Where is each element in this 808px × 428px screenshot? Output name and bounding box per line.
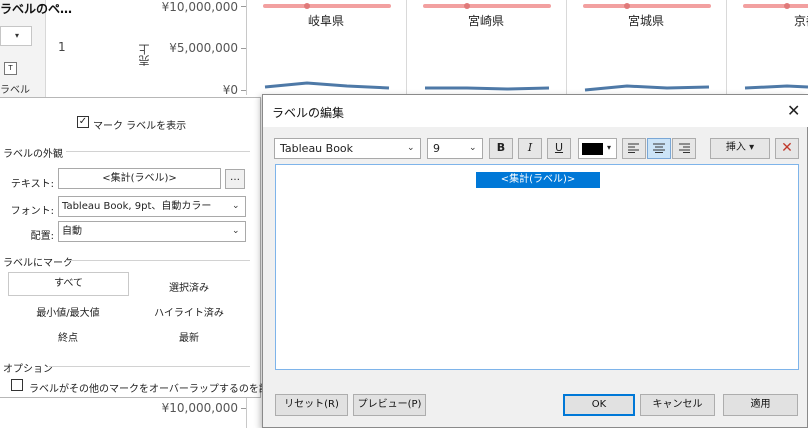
- font-dropdown-value: Tableau Book, 9pt、自動カラー: [62, 201, 212, 212]
- font-name-value: Tableau Book: [280, 142, 354, 155]
- text-field[interactable]: <集計(ラベル)>: [58, 168, 221, 189]
- clear-format-button[interactable]: ✕: [775, 138, 799, 159]
- section-title-options: オプション: [3, 364, 53, 375]
- font-dropdown[interactable]: Tableau Book, 9pt、自動カラー: [58, 196, 246, 217]
- y-axis-line: [246, 398, 247, 428]
- label-shelf-icon[interactable]: T: [4, 62, 17, 75]
- align-left-button[interactable]: [622, 138, 646, 159]
- chevron-down-icon: ⌄: [469, 143, 477, 153]
- apply-button[interactable]: 適用: [723, 394, 798, 416]
- align-right-button[interactable]: [672, 138, 696, 159]
- align-center-button[interactable]: [647, 138, 671, 159]
- section-divider: [66, 151, 250, 152]
- align-right-icon: [679, 143, 690, 153]
- show-labels-label[interactable]: マーク ラベルを表示: [93, 117, 186, 132]
- y-tick-label: ¥0: [222, 83, 238, 97]
- chevron-down-icon: ⌄: [232, 226, 240, 236]
- insert-button[interactable]: 挿入 ▾: [710, 138, 770, 159]
- alignment-field-label: 配置:: [30, 231, 54, 242]
- label-shelf-label[interactable]: ラベル: [0, 81, 30, 96]
- ellipsis-button[interactable]: …: [225, 169, 245, 189]
- chevron-down-icon: ▾: [15, 31, 20, 40]
- show-labels-checkbox[interactable]: ✓: [77, 116, 89, 128]
- trend-line: [264, 81, 390, 90]
- align-center-icon: [653, 143, 665, 153]
- section-divider: [66, 260, 250, 261]
- allow-overlap-checkbox[interactable]: [11, 379, 23, 391]
- dialog-titlebar: [263, 95, 808, 127]
- cancel-button[interactable]: キャンセル: [640, 394, 715, 416]
- underline-button[interactable]: U: [547, 138, 571, 159]
- row-number: 1: [58, 40, 66, 54]
- y-tick-label: ¥10,000,000: [161, 0, 238, 14]
- marks-card-title: ラベルのペ…: [0, 2, 73, 16]
- font-size-value: 9: [433, 142, 440, 155]
- italic-button[interactable]: I: [518, 138, 542, 159]
- chevron-down-icon: ▾: [607, 143, 612, 152]
- close-icon[interactable]: ✕: [787, 101, 800, 120]
- reference-point: [304, 3, 310, 9]
- reference-point: [624, 3, 630, 9]
- reference-point: [464, 3, 470, 9]
- section-divider: [49, 366, 250, 367]
- trend-line: [584, 84, 710, 92]
- preview-button[interactable]: プレビュー(P): [353, 394, 426, 416]
- text-field-label: テキスト:: [10, 179, 54, 190]
- chevron-down-icon: ⌄: [407, 143, 415, 153]
- font-field-label: フォント:: [10, 206, 54, 217]
- reference-point: [784, 3, 790, 9]
- label-marks-option-most-recent[interactable]: 最新: [129, 329, 249, 344]
- edit-label-dialog: ラベルの編集 ✕ Tableau Book ⌄ 9 ⌄ B I U ▾ 挿入 ▾…: [262, 94, 808, 428]
- bold-button[interactable]: B: [489, 138, 513, 159]
- y-tick-label: ¥5,000,000: [169, 41, 238, 55]
- alignment-dropdown-value: 自動: [62, 226, 82, 237]
- section-title-appearance: ラベルの外観: [3, 149, 63, 160]
- label-marks-option-line-ends[interactable]: 終点: [8, 329, 128, 344]
- allow-overlap-label[interactable]: ラベルがその他のマークをオーバーラップするのを許可: [29, 380, 279, 395]
- red-x-icon: ✕: [781, 140, 793, 156]
- label-marks-option-minmax[interactable]: 最小値/最大値: [8, 304, 128, 319]
- label-marks-option-highlighted[interactable]: ハイライト済み: [129, 304, 249, 319]
- trend-line: [744, 84, 808, 90]
- ok-button[interactable]: OK: [563, 394, 635, 416]
- label-marks-option-selected[interactable]: 選択済み: [129, 279, 249, 294]
- y-tick-label: ¥10,000,000: [161, 401, 238, 415]
- dialog-title: ラベルの編集: [272, 106, 345, 120]
- align-left-icon: [628, 143, 639, 153]
- section-title-label-marks: ラベルにマーク: [3, 258, 73, 269]
- font-name-dropdown[interactable]: Tableau Book: [274, 138, 421, 159]
- color-swatch: [582, 143, 603, 155]
- reset-button[interactable]: リセット(R): [275, 394, 348, 416]
- label-marks-option-all[interactable]: すべて: [8, 272, 129, 296]
- mark-label-panel: ✓ マーク ラベルを表示 ラベルの外観 テキスト: <集計(ラベル)> … フォ…: [0, 97, 279, 398]
- trend-line: [425, 86, 550, 91]
- line-chart-area: [263, 3, 808, 92]
- label-text-editor[interactable]: <集計(ラベル)>: [275, 164, 799, 370]
- text-color-picker[interactable]: ▾: [578, 138, 617, 159]
- alignment-dropdown[interactable]: 自動: [58, 221, 246, 242]
- chevron-down-icon: ⌄: [232, 201, 240, 211]
- selected-label-text[interactable]: <集計(ラベル)>: [476, 172, 600, 188]
